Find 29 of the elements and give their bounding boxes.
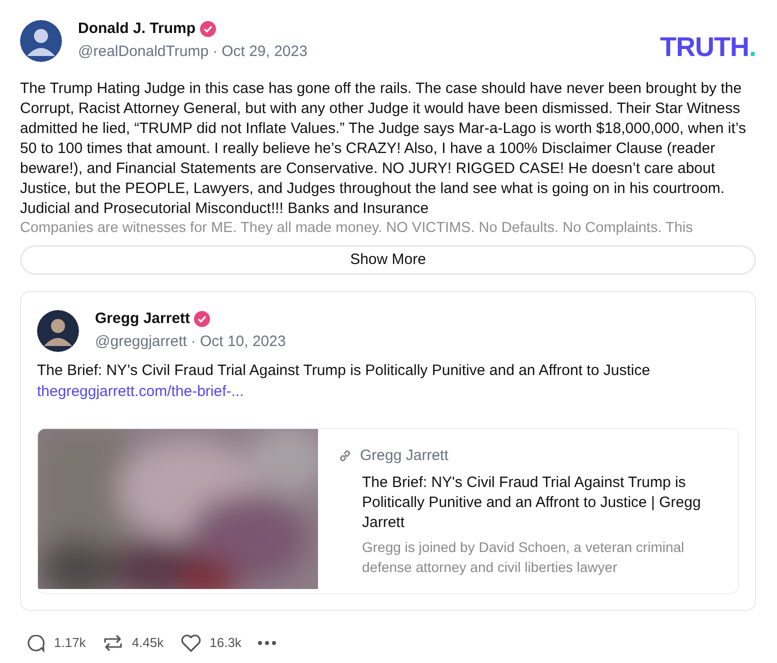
preview-title: The Brief: NY's Civil Fraud Trial Against Trump is Politically Punitive and an Affront to Justice | Gregg Jarrett bbox=[362, 473, 702, 533]
faded-post-text: Companies are witnesses for ME. They all made money. NO VICTIMS. No Defaults. No Complaints. This bbox=[20, 219, 694, 237]
preview-description: Gregg is joined by David Schoen, a veteran criminal defense attorney and civil liberties lawyer bbox=[362, 538, 686, 577]
show-more-button[interactable]: Show More bbox=[20, 245, 756, 275]
separator-dot: · bbox=[190, 332, 196, 352]
truth-logo: TRUTH. bbox=[660, 34, 756, 61]
author-name[interactable]: Donald J. Trump bbox=[78, 18, 196, 40]
quoted-post-text: The Brief: NY’s Civil Fraud Trial Against Trump is Politically Punitive and an Affront to Justice bbox=[37, 361, 652, 381]
reply-button[interactable]: 1.17k bbox=[26, 633, 86, 653]
like-button[interactable]: 16.3k bbox=[180, 633, 242, 653]
link-icon bbox=[338, 448, 352, 463]
post-date[interactable]: Oct 29, 2023 bbox=[222, 40, 308, 63]
separator-dot: · bbox=[212, 42, 218, 62]
user-handle[interactable]: @greggjarrett bbox=[95, 330, 187, 353]
heart-icon bbox=[180, 633, 202, 653]
author-name[interactable]: Gregg Jarrett bbox=[95, 308, 190, 330]
more-button[interactable] bbox=[257, 640, 278, 646]
post-date[interactable]: Oct 10, 2023 bbox=[200, 330, 286, 353]
avatar[interactable] bbox=[20, 20, 62, 62]
avatar[interactable] bbox=[37, 310, 79, 352]
post-link[interactable]: thegreggjarrett.com/the-brief-... bbox=[37, 381, 244, 404]
user-handle[interactable]: @realDonaldTrump bbox=[78, 40, 209, 63]
link-preview-card[interactable] bbox=[37, 428, 739, 594]
comment-icon bbox=[26, 633, 46, 653]
repost-icon bbox=[102, 633, 124, 653]
repost-button[interactable]: 4.45k bbox=[102, 633, 164, 653]
more-icon bbox=[257, 640, 278, 646]
post-text: The Trump Hating Judge in this case has gone off the rails. The case should have never been brought by the Corrupt, Racist Attorney General, but with any other Judge it would have been dismissed. Their Star Witness admitted he lied, “TRUMP did not Inflate Values.” The Judge says Mar-a-Lago is worth $18,000,000, when it’s 50 to 100 times that amount. I really believe he’s CRAZY! Also, I have a 100% Disclaimer Clause (reader beware!), and Financial Statements are Conservative. NO JURY! RIGGED CASE! He doesn’t care about Justice, but the PEOPLE, Lawyers, and Judges throughout the land see what is going on in his courtroom. Judicial and Prosecutorial Misconduct!!! Banks and Insurance bbox=[20, 79, 747, 219]
preview-site-name: Gregg Jarrett bbox=[360, 446, 448, 466]
